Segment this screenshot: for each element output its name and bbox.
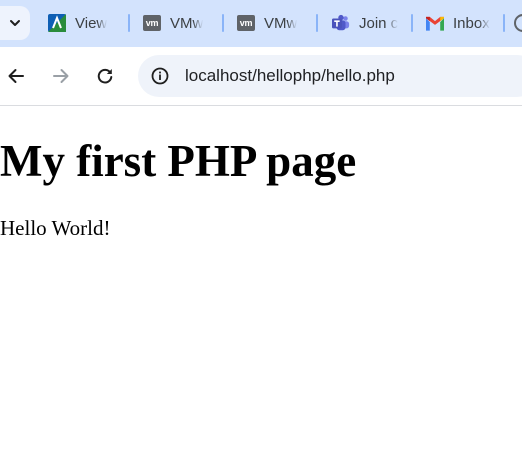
reload-icon	[97, 68, 113, 84]
tab-title: Join c	[359, 14, 398, 32]
tab-gmail[interactable]: Inbox	[426, 8, 494, 38]
tab-search-button[interactable]	[0, 6, 30, 40]
vmware-badge: vm	[237, 15, 255, 31]
browser-toolbar: localhost/hellophp/hello.php	[0, 47, 522, 106]
page-paragraph: Hello World!	[0, 216, 111, 240]
back-button[interactable]	[1, 61, 31, 91]
tab-view[interactable]: View	[48, 8, 114, 38]
vmware-badge: vm	[143, 15, 161, 31]
tab-separator	[503, 14, 505, 32]
tab-title: VMw	[264, 14, 298, 32]
gmail-icon	[426, 14, 444, 32]
address-bar[interactable]: localhost/hellophp/hello.php	[138, 55, 522, 97]
tab-strip: View vm VMw vm VMw Join c Inbox	[0, 0, 522, 47]
vmware-icon: vm	[143, 14, 161, 32]
site-info-button[interactable]	[147, 63, 173, 89]
tab-separator	[128, 14, 130, 32]
forward-button[interactable]	[46, 61, 76, 91]
tab-vmware-2[interactable]: vm VMw	[237, 8, 305, 38]
chevron-down-icon	[10, 20, 20, 26]
app-logo-icon	[48, 14, 66, 32]
tab-teams[interactable]: Join c	[332, 8, 398, 38]
teams-icon	[332, 14, 350, 32]
tab-separator	[411, 14, 413, 32]
tab-separator	[316, 14, 318, 32]
tab-title: VMw	[170, 14, 204, 32]
vmware-icon: vm	[237, 14, 255, 32]
reload-button[interactable]	[90, 61, 120, 91]
partial-tab-icon[interactable]	[514, 14, 522, 32]
tab-title: View	[75, 14, 108, 32]
back-arrow-icon	[8, 69, 24, 83]
page-heading: My first PHP page	[0, 136, 357, 186]
forward-arrow-icon	[53, 69, 69, 83]
tab-vmware-1[interactable]: vm VMw	[143, 8, 215, 38]
tab-separator	[222, 14, 224, 32]
info-icon	[151, 67, 169, 85]
tab-title: Inbox	[453, 14, 490, 32]
url-text[interactable]: localhost/hellophp/hello.php	[185, 66, 395, 86]
